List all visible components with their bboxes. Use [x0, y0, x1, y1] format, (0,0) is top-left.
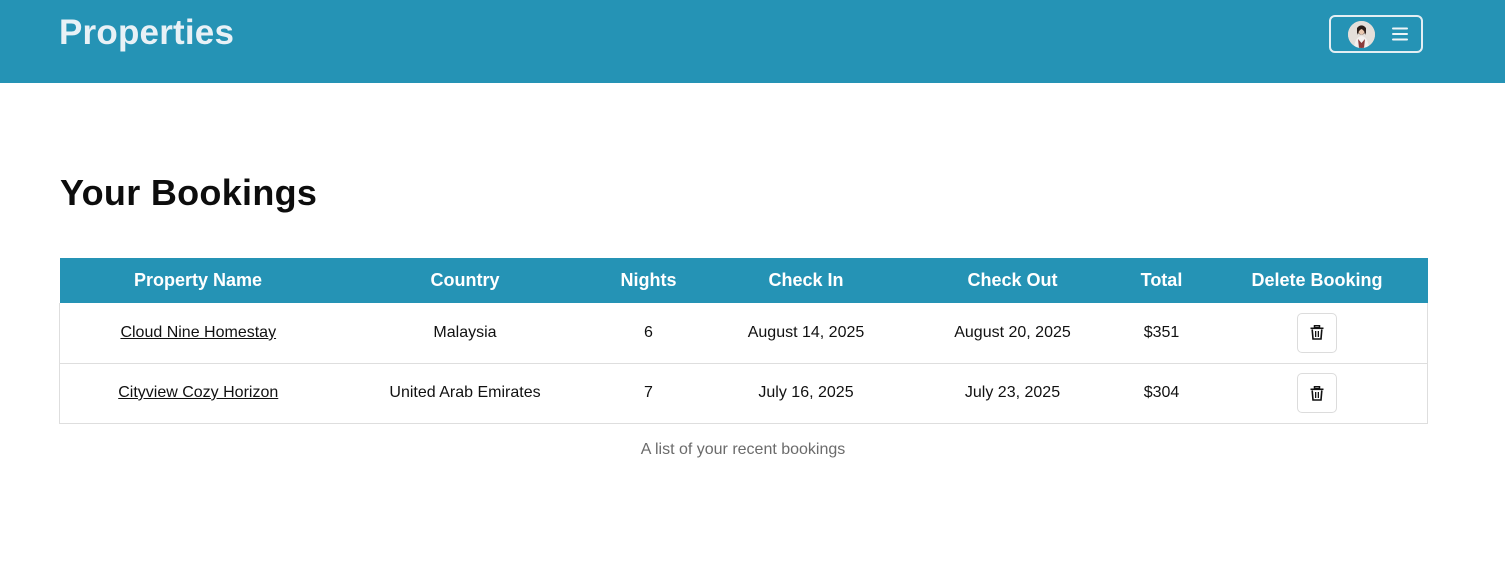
table-row: Cityview Cozy Horizon United Arab Emirat… — [59, 363, 1428, 423]
column-header-delete-booking: Delete Booking — [1251, 270, 1383, 290]
total-cell: $304 — [1143, 384, 1180, 401]
column-header-total: Total — [1140, 270, 1183, 290]
avatar — [1348, 20, 1375, 48]
hamburger-icon — [1392, 27, 1408, 41]
bookings-table-container: Property Name Country Nights Check In Ch… — [59, 258, 1428, 424]
check-in-cell: July 16, 2025 — [758, 384, 854, 401]
country-cell: United Arab Emirates — [389, 384, 541, 401]
bookings-table: Property Name Country Nights Check In Ch… — [59, 258, 1428, 424]
total-cell: $351 — [1143, 323, 1180, 341]
country-cell: Malaysia — [433, 323, 497, 341]
table-header: Property Name Country Nights Check In Ch… — [59, 258, 1428, 303]
column-header-check-out: Check Out — [967, 270, 1058, 290]
check-out-cell: August 20, 2025 — [954, 323, 1071, 341]
trash-icon — [1310, 385, 1324, 401]
table-caption: A list of your recent bookings — [640, 441, 846, 458]
page-title: Your Bookings — [60, 172, 318, 213]
user-menu-button[interactable] — [1329, 15, 1423, 53]
table-row: Cloud Nine Homestay Malaysia 6 August 14… — [59, 303, 1428, 363]
property-link[interactable]: Cloud Nine Homestay — [120, 324, 276, 341]
nights-cell: 6 — [644, 323, 653, 341]
check-out-cell: July 23, 2025 — [964, 384, 1061, 401]
navbar: Properties — [0, 0, 1505, 83]
column-header-country: Country — [430, 270, 500, 290]
trash-icon — [1310, 325, 1324, 341]
column-header-property-name: Property Name — [133, 270, 263, 290]
column-header-nights: Nights — [620, 270, 677, 290]
delete-booking-button[interactable] — [1296, 373, 1337, 413]
nights-cell: 7 — [644, 384, 653, 401]
column-header-check-in: Check In — [768, 270, 844, 290]
brand-link[interactable]: Properties — [59, 13, 234, 53]
delete-booking-button[interactable] — [1296, 312, 1337, 353]
property-link[interactable]: Cityview Cozy Horizon — [118, 384, 278, 401]
check-in-cell: August 14, 2025 — [747, 323, 865, 341]
